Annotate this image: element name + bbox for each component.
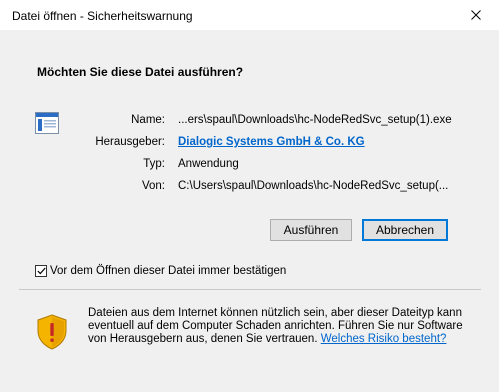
close-icon xyxy=(471,10,481,20)
application-file-icon xyxy=(35,112,59,134)
close-button[interactable] xyxy=(453,0,499,30)
always-confirm-label[interactable]: Vor dem Öffnen dieser Datei immer bestät… xyxy=(50,265,286,277)
checkmark-icon xyxy=(36,267,46,275)
security-warning-dialog: Datei öffnen - Sicherheitswarnung Möchte… xyxy=(0,0,499,392)
always-confirm-checkbox[interactable] xyxy=(35,265,47,277)
risk-info-link[interactable]: Welches Risiko besteht? xyxy=(321,333,447,345)
name-value: ...ers\spaul\Downloads\hc-NodeRedSvc_set… xyxy=(178,114,452,126)
window-title: Datei öffnen - Sicherheitswarnung xyxy=(12,9,193,23)
dialog-heading: Möchten Sie diese Datei ausführen? xyxy=(37,65,244,79)
type-value: Anwendung xyxy=(178,158,239,170)
publisher-label: Herausgeber: xyxy=(95,136,165,148)
title-bar: Datei öffnen - Sicherheitswarnung xyxy=(0,0,499,30)
publisher-link[interactable]: Dialogic Systems GmbH & Co. KG xyxy=(178,136,365,148)
run-button[interactable]: Ausführen xyxy=(270,219,352,241)
divider xyxy=(19,289,481,290)
cancel-button[interactable]: Abbrechen xyxy=(362,219,448,241)
name-label: Name: xyxy=(131,114,165,126)
type-label: Typ: xyxy=(143,158,165,170)
always-confirm-option[interactable]: Vor dem Öffnen dieser Datei immer bestät… xyxy=(35,265,286,277)
from-value: C:\Users\spaul\Downloads\hc-NodeRedSvc_s… xyxy=(178,180,449,192)
security-shield-icon xyxy=(37,314,67,350)
warning-message: Dateien aus dem Internet können nützlich… xyxy=(88,307,480,346)
from-label: Von: xyxy=(141,180,165,192)
